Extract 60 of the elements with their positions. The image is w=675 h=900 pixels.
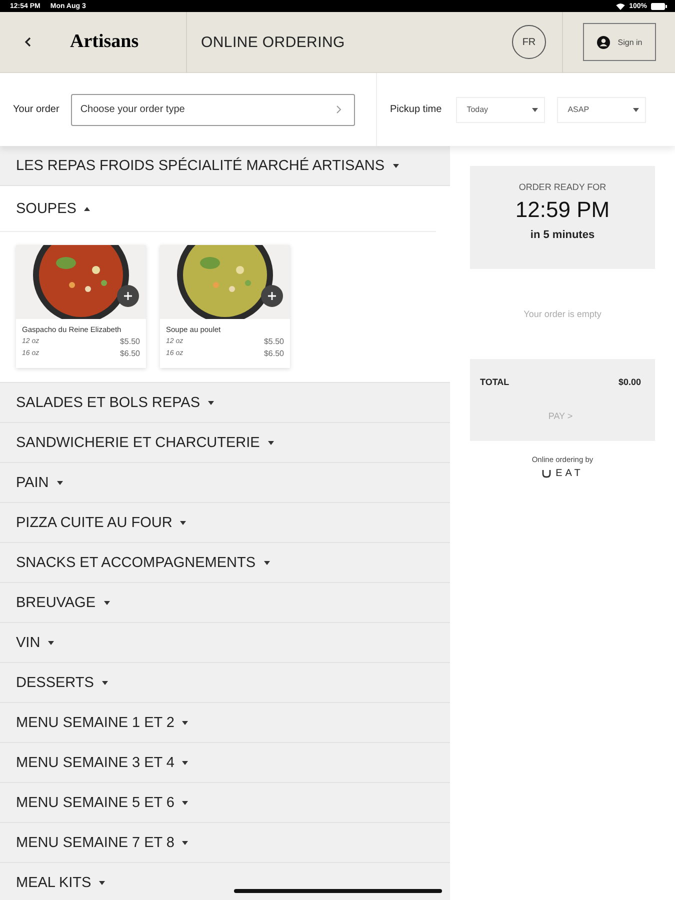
wifi-icon xyxy=(616,2,626,10)
language-button[interactable]: FR xyxy=(512,25,546,59)
category-header[interactable]: SOUPES xyxy=(0,186,436,232)
caret-down-icon xyxy=(268,440,274,444)
ready-label: ORDER READY FOR xyxy=(518,182,606,192)
caret-down-icon xyxy=(99,880,106,884)
brand-name: EAT xyxy=(556,468,584,479)
caret-up-icon xyxy=(84,206,90,210)
caret-down-icon xyxy=(182,760,188,764)
sign-in-button[interactable]: Sign in xyxy=(583,23,656,61)
caret-down-icon xyxy=(182,720,188,724)
chevron-right-icon xyxy=(336,105,342,114)
ready-countdown: in 5 minutes xyxy=(530,229,595,241)
category-header[interactable]: LES REPAS FROIDS SPÉCIALITÉ MARCHÉ ARTISANS xyxy=(0,146,450,185)
total-label: TOTAL xyxy=(480,377,510,387)
page-title: ONLINE ORDERING xyxy=(200,34,345,50)
pickup-label: Pickup time xyxy=(390,104,442,115)
caret-down-icon xyxy=(392,164,399,168)
category-header[interactable]: DESSERTS xyxy=(0,663,450,702)
price: $5.50 xyxy=(264,336,284,348)
user-icon xyxy=(596,36,610,48)
caret-down-icon xyxy=(632,108,639,112)
category-header[interactable]: VIN xyxy=(0,623,450,662)
category-header[interactable]: SALADES ET BOLS REPAS xyxy=(0,383,450,422)
category-header[interactable]: SANDWICHERIE ET CHARCUTERIE xyxy=(0,423,450,462)
plus-icon xyxy=(268,292,276,300)
caret-down-icon xyxy=(104,600,110,604)
order-type-field[interactable]: Choose your order type xyxy=(71,94,356,126)
price: $5.50 xyxy=(120,336,140,348)
category-header[interactable]: PAIN xyxy=(0,463,450,502)
caret-down-icon xyxy=(102,680,108,684)
plus-icon xyxy=(124,292,132,300)
caret-down-icon xyxy=(182,800,188,804)
category-header[interactable]: MENU SEMAINE 3 ET 4 xyxy=(0,743,450,782)
caret-down-icon xyxy=(208,400,214,404)
caret-down-icon xyxy=(56,480,63,484)
category-header[interactable]: MENU SEMAINE 1 ET 2 xyxy=(0,703,450,742)
category-header[interactable]: BREUVAGE xyxy=(0,583,450,622)
empty-message: Your order is empty xyxy=(522,309,602,319)
time-dropdown[interactable]: ASAP xyxy=(556,96,646,122)
ready-time: 12:59 PM xyxy=(515,197,610,223)
category-header[interactable]: MENU SEMAINE 5 ET 6 xyxy=(0,783,450,822)
category-header[interactable]: MEAL KITS xyxy=(0,863,450,900)
order-label: Your order xyxy=(13,104,60,115)
brand-icon xyxy=(542,469,551,478)
caret-down-icon xyxy=(264,560,270,564)
category-header[interactable]: SNACKS ET ACCOMPAGNEMENTS xyxy=(0,543,450,582)
caret-down-icon xyxy=(532,108,538,112)
day-dropdown[interactable]: Today xyxy=(456,96,545,122)
price: $6.50 xyxy=(264,348,284,360)
caret-down-icon xyxy=(182,840,188,844)
caret-down-icon xyxy=(48,640,54,644)
category-header[interactable]: PIZZA CUITE AU FOUR xyxy=(0,503,450,542)
battery-icon xyxy=(651,2,667,10)
back-icon xyxy=(24,37,32,47)
category-header[interactable]: MENU SEMAINE 7 ET 8 xyxy=(0,823,450,862)
logo: Artisans xyxy=(56,12,187,72)
caret-down-icon xyxy=(180,520,186,524)
price: $6.50 xyxy=(120,348,140,360)
total-amount: $0.00 xyxy=(618,377,641,387)
